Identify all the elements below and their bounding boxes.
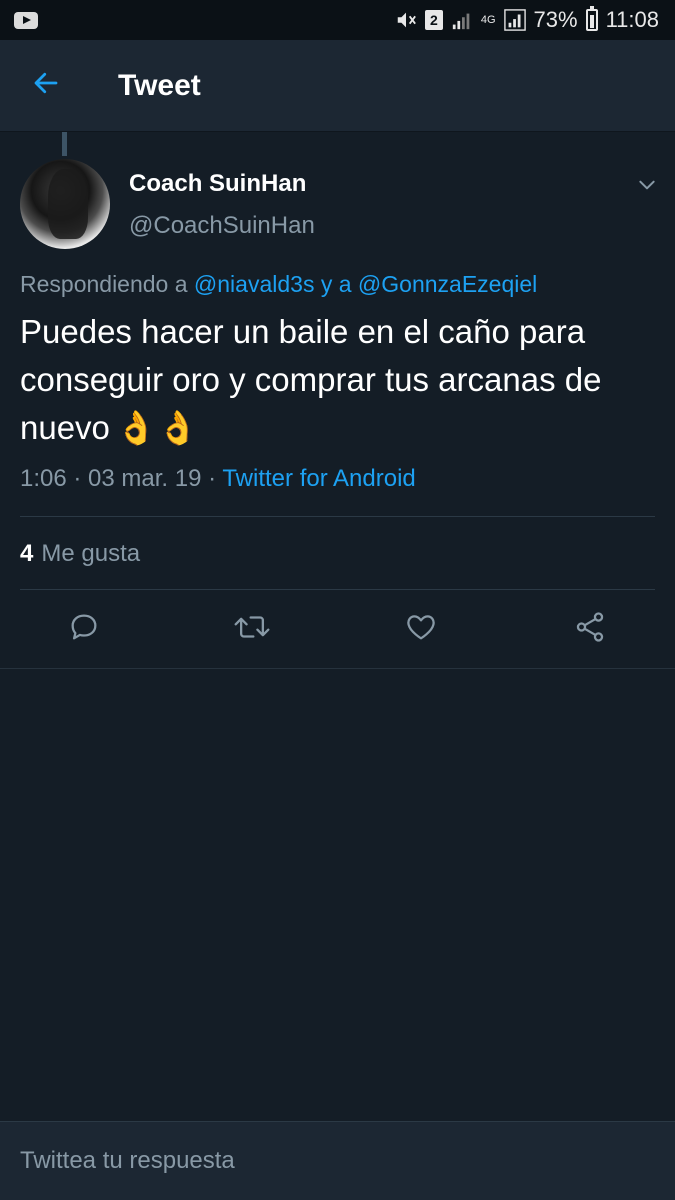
youtube-icon [14,11,38,29]
thread-line [62,132,67,156]
clock: 11:08 [605,7,659,32]
user-handle[interactable]: @CoachSuinHan [129,212,315,240]
reply-mention-1[interactable]: @niavald3s [194,271,315,297]
status-right: 2 4G 73% 11:08 [395,6,659,33]
heart-icon [404,610,438,649]
like-button[interactable] [391,590,451,668]
mute-icon [395,9,417,31]
reply-input[interactable] [20,1147,640,1175]
retweet-button[interactable] [222,590,282,668]
arrow-left-icon [31,68,61,103]
divider [20,516,655,517]
page-title: Tweet [118,68,201,102]
sim-2-icon: 2 [424,10,443,30]
4g-icon: 4G [480,14,496,26]
status-left [14,11,38,29]
signal-icon [503,9,526,31]
reply-joiner: y a [314,271,358,297]
signal-icon [451,9,473,31]
display-name[interactable]: Coach SuinHan [129,170,306,198]
share-button[interactable] [560,590,620,668]
avatar[interactable] [20,159,110,249]
reply-prefix: Respondiendo a [20,271,194,297]
retweet-icon [233,610,271,649]
ok-hand-emoji: 👌👌 [115,409,199,446]
tweet-metadata: 1:06 · 03 mar. 19 · Twitter for Android [20,465,416,493]
chevron-down-icon [637,175,657,200]
likes-stat[interactable]: 4 Me gusta [20,540,140,568]
reply-icon [67,610,101,649]
reply-mention-2[interactable]: @GonnzaEzeqiel [358,271,537,297]
battery-icon [585,6,598,31]
app-header: Tweet [0,40,675,132]
tweet: Coach SuinHan @CoachSuinHan Respondiendo… [0,132,675,669]
tweet-actions [0,590,675,668]
network-label: 4G [480,14,496,26]
tweet-source[interactable]: Twitter for Android [222,465,415,492]
tweet-menu-button[interactable] [632,172,662,202]
tweet-text-content: Puedes hacer un baile en el caño para co… [20,313,602,446]
tweet-detail-screen: 2 4G 73% 11:08 Tweet Coach SuinHan @Coac… [0,0,675,1200]
battery-percent: 73% [533,7,578,32]
status-bar: 2 4G 73% 11:08 [0,0,675,40]
avatar-photo [48,169,88,239]
share-icon [573,610,607,649]
tweet-timestamp: 1:06 · 03 mar. 19 · [20,465,223,492]
tweet-text: Puedes hacer un baile en el caño para co… [20,308,660,452]
reply-context: Respondiendo a @niavald3s y a @GonnzaEze… [20,271,537,298]
reply-button[interactable] [54,590,114,668]
back-button[interactable] [0,40,92,132]
reply-composer [0,1121,675,1200]
likes-label: Me gusta [41,540,141,567]
likes-count: 4 [20,540,34,567]
